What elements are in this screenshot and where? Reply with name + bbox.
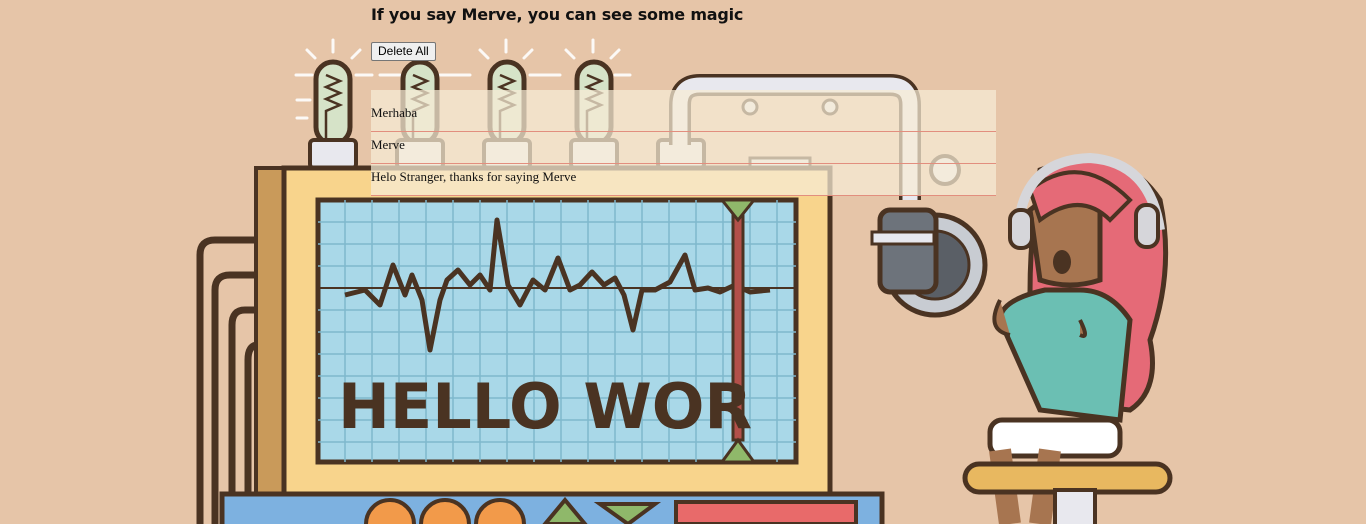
list-item: Merhaba bbox=[371, 100, 996, 132]
list-item: Merve bbox=[371, 132, 996, 164]
microphone bbox=[870, 207, 988, 318]
woman-illustration bbox=[962, 152, 1173, 524]
list-item: Helo Stranger, thanks for saying Merve bbox=[371, 164, 996, 196]
message-list: Merhaba Merve Helo Stranger, thanks for … bbox=[371, 90, 996, 196]
background-illustration: HELLO WOR bbox=[196, 38, 1173, 524]
page-title: If you say Merve, you can see some magic bbox=[371, 5, 744, 24]
delete-all-button[interactable]: Delete All bbox=[371, 42, 436, 61]
cables bbox=[196, 236, 259, 524]
screen-text: HELLO WOR bbox=[338, 370, 752, 443]
oscilloscope-cabinet: HELLO WOR bbox=[219, 165, 885, 524]
